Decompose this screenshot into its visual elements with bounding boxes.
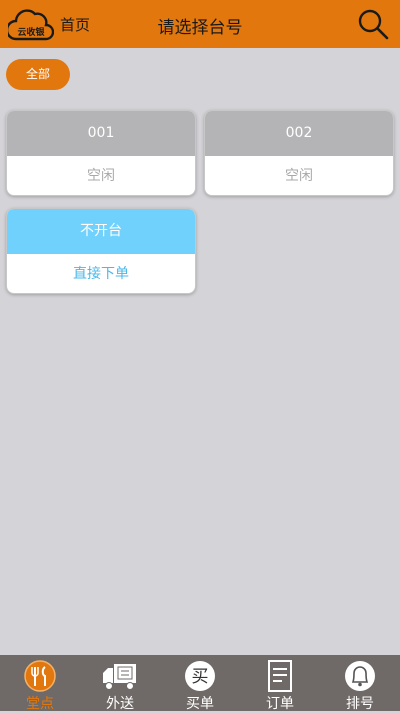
order-list-icon [268,660,292,692]
tab-label: 买单 [186,696,214,712]
order-directly-label: 直接下单 [73,266,129,282]
tab-queue[interactable]: 排号 [320,655,400,712]
tab-label: 堂点 [26,696,54,712]
app-header: 云收银 首页 请选择台号 [0,0,400,48]
table-number: 001 [7,111,195,156]
table-card-002[interactable]: 002 空闲 [204,110,394,196]
tab-dine-in[interactable]: 堂点 [0,655,80,712]
tab-label: 排号 [346,696,374,712]
bell-icon [345,661,375,691]
bottom-tab-bar: 堂点 外送 买 买单 订单 排号 [0,655,400,712]
tab-label: 外送 [106,696,134,712]
table-status: 空闲 [285,168,313,184]
search-button[interactable] [356,7,390,41]
checkout-icon: 买 [185,661,215,691]
tab-delivery[interactable]: 外送 [80,655,160,712]
tab-label: 订单 [266,696,294,712]
table-card-no-table[interactable]: 不开台 直接下单 [6,208,196,294]
dine-in-icon [24,660,56,692]
tab-orders[interactable]: 订单 [240,655,320,712]
no-table-label: 不开台 [7,209,195,254]
table-number: 002 [205,111,393,156]
checkout-glyph: 买 [192,667,209,687]
home-link[interactable]: 首页 [60,14,90,35]
search-icon [358,9,389,40]
delivery-truck-icon [103,664,136,690]
logo-text: 云收银 [17,28,45,38]
app-logo[interactable]: 云收银 [8,5,54,43]
tab-checkout[interactable]: 买 买单 [160,655,240,712]
table-card-001[interactable]: 001 空闲 [6,110,196,196]
table-status: 空闲 [87,168,115,184]
filter-all-chip[interactable]: 全部 [6,59,70,90]
